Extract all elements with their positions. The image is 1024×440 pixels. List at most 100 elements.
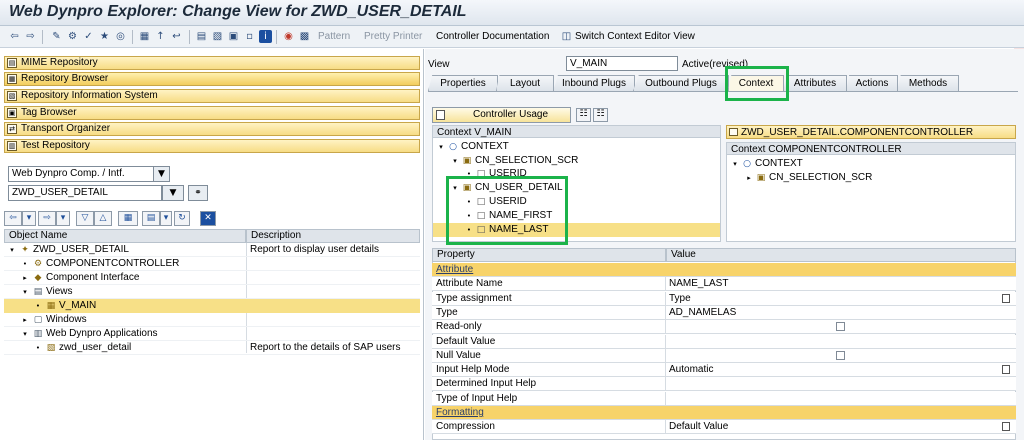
tree-collapsed-icon[interactable]: ▸	[745, 171, 753, 185]
list-menu-icon[interactable]: ▾	[160, 211, 172, 226]
property-row[interactable]: Determined Input Help	[432, 377, 1016, 392]
hierarchy-icon[interactable]: ▦	[138, 30, 151, 43]
find-next-icon[interactable]: ☷	[593, 108, 608, 122]
check-icon[interactable]: ✓	[82, 30, 95, 43]
window-icon[interactable]: ▫	[243, 30, 256, 43]
property-row[interactable]: Compression Default Value	[432, 420, 1016, 435]
tree-icon[interactable]: ▧	[211, 30, 224, 43]
tree-row[interactable]: • ⚙ COMPONENTCONTROLLER	[4, 257, 420, 271]
value-help-icon[interactable]	[1002, 293, 1010, 303]
tree-expanded-icon[interactable]: ▾	[731, 157, 739, 171]
dropdown-arrow-icon[interactable]: ▼	[162, 185, 184, 201]
context-node[interactable]: ▾ ○ CONTEXT	[727, 157, 1015, 171]
property-row[interactable]: Type AD_NAMELAS	[432, 305, 1016, 320]
close-icon[interactable]: ✕	[200, 211, 216, 226]
value-help-icon[interactable]	[1002, 422, 1010, 432]
property-value[interactable]: Default Value	[669, 420, 728, 434]
property-row[interactable]: Read-only	[432, 320, 1016, 335]
expand-icon[interactable]: △	[94, 211, 112, 226]
property-row[interactable]: Default Value	[432, 334, 1016, 349]
tab-inbound-plugs[interactable]: Inbound Plugs	[553, 75, 635, 91]
nav-button-info-system[interactable]: ▧ Repository Information System	[4, 89, 420, 103]
property-row[interactable]: Type of Input Help	[432, 391, 1016, 406]
pretty-printer-button[interactable]: Pretty Printer	[364, 31, 422, 42]
tree-expanded-icon[interactable]: ▾	[21, 285, 29, 299]
display-object-icon[interactable]: ▣	[227, 30, 240, 43]
checkbox[interactable]	[836, 350, 845, 360]
controller-documentation-button[interactable]: Controller Documentation	[436, 31, 549, 42]
where-used-icon[interactable]: ↑	[154, 30, 167, 43]
nav-button-repository[interactable]: ▦ Repository Browser	[4, 72, 420, 86]
nav-button-tag[interactable]: ▣ Tag Browser	[4, 106, 420, 120]
tree-expanded-icon[interactable]: ▾	[451, 154, 459, 168]
tab-actions[interactable]: Actions	[846, 75, 898, 91]
save-icon[interactable]: ▩	[298, 30, 311, 43]
forward-button[interactable]: ⇨	[38, 211, 56, 226]
property-value[interactable]: NAME_LAST	[669, 277, 728, 291]
tree-collapsed-icon[interactable]: ▸	[21, 271, 29, 285]
tree-expanded-icon[interactable]: ▾	[437, 140, 445, 154]
switch-context-editor-button[interactable]: Switch Context Editor View	[575, 31, 695, 42]
tab-properties[interactable]: Properties	[428, 75, 498, 91]
tab-attributes[interactable]: Attributes	[783, 75, 847, 91]
object-name-input[interactable]: ZWD_USER_DETAIL	[8, 185, 162, 201]
property-row[interactable]: Type assignment Type	[432, 291, 1016, 306]
stop-icon[interactable]: ◉	[282, 30, 295, 43]
display-list-icon[interactable]: ▤	[142, 211, 160, 226]
tab-outbound-plugs[interactable]: Outbound Plugs	[633, 75, 729, 91]
binoculars-icon[interactable]: ☷	[576, 108, 591, 122]
tree-expanded-icon[interactable]: ▾	[21, 327, 29, 341]
object-list-icon[interactable]: ▤	[195, 30, 208, 43]
chevron-down-icon[interactable]: ▼	[153, 166, 170, 182]
back-menu-icon[interactable]: ▾	[22, 211, 36, 226]
col-header-value[interactable]: Value	[666, 248, 1016, 262]
collapse-icon[interactable]: ▽	[76, 211, 94, 226]
property-value[interactable]: Type	[669, 292, 691, 306]
edit-pencil-icon[interactable]: ✎	[50, 30, 63, 43]
property-row[interactable]: Attribute Name NAME_LAST	[432, 277, 1016, 292]
tree-collapsed-icon[interactable]: ▸	[21, 313, 29, 327]
property-row[interactable]: Input Help Mode Automatic	[432, 363, 1016, 378]
tree-expanded-icon[interactable]: ▾	[8, 243, 16, 257]
test-icon[interactable]: ◎	[114, 30, 127, 43]
context-node[interactable]: ▸ ▣ CN_SELECTION_SCR	[727, 171, 1015, 185]
context-node[interactable]: ▾ ○ CONTEXT	[433, 140, 720, 154]
col-header-description[interactable]: Description	[246, 229, 420, 243]
tree-row[interactable]: ▸ ◆ Component Interface	[4, 271, 420, 285]
back-button[interactable]: ⇦	[4, 211, 22, 226]
tree-row[interactable]: ▾ ▥ Web Dynpro Applications	[4, 327, 420, 341]
back-arrow-icon[interactable]: ⇦	[8, 30, 21, 43]
col-header-property[interactable]: Property	[432, 248, 666, 262]
nav-button-transport[interactable]: ⇄ Transport Organizer	[4, 122, 420, 136]
display-change-icon[interactable]: ⚙	[66, 30, 79, 43]
value-help-icon[interactable]	[1002, 365, 1010, 375]
display-glasses-icon[interactable]: ⚭	[188, 185, 208, 201]
col-header-object-name[interactable]: Object Name	[4, 229, 246, 243]
property-value[interactable]: AD_NAMELAS	[669, 306, 736, 320]
activate-icon[interactable]: ★	[98, 30, 111, 43]
tab-layout[interactable]: Layout	[496, 75, 554, 91]
forward-menu-icon[interactable]: ▾	[56, 211, 70, 226]
hierarchy-button[interactable]: ▦	[118, 211, 138, 226]
tab-methods[interactable]: Methods	[897, 75, 959, 91]
nav-button-test[interactable]: ▥ Test Repository	[4, 139, 420, 153]
object-type-dropdown[interactable]: Web Dynpro Comp. / Intf.	[8, 166, 154, 182]
property-value[interactable]: Automatic	[669, 363, 713, 377]
forward-arrow-icon[interactable]: ⇨	[24, 30, 37, 43]
tree-row[interactable]: ▸ ▢ Windows	[4, 313, 420, 327]
nav-button-mime[interactable]: ▤ MIME Repository	[4, 56, 420, 70]
pattern-button[interactable]: Pattern	[318, 31, 350, 42]
checkbox[interactable]	[836, 322, 845, 332]
controller-usage-button[interactable]: Controller Usage	[432, 107, 571, 123]
view-name-field[interactable]: V_MAIN	[566, 56, 678, 71]
tree-row[interactable]: ▾ ✦ ZWD_USER_DETAIL Report to display user …	[4, 243, 420, 257]
property-row[interactable]: Null Value	[432, 348, 1016, 363]
tree-row[interactable]: • ▧ zwd_user_detail Report to the details o…	[4, 341, 420, 355]
tree-row[interactable]: • ▦ V_MAIN	[4, 299, 420, 313]
context-node[interactable]: ▾ ▣ CN_SELECTION_SCR	[433, 154, 720, 168]
component-controller-header[interactable]: ZWD_USER_DETAIL.COMPONENTCONTROLLER	[726, 125, 1016, 139]
navigate-icon[interactable]: ↩	[170, 30, 183, 43]
tree-row[interactable]: ▾ ▤ Views	[4, 285, 420, 299]
info-icon[interactable]: i	[259, 30, 272, 43]
refresh-icon[interactable]: ↻	[174, 211, 190, 226]
